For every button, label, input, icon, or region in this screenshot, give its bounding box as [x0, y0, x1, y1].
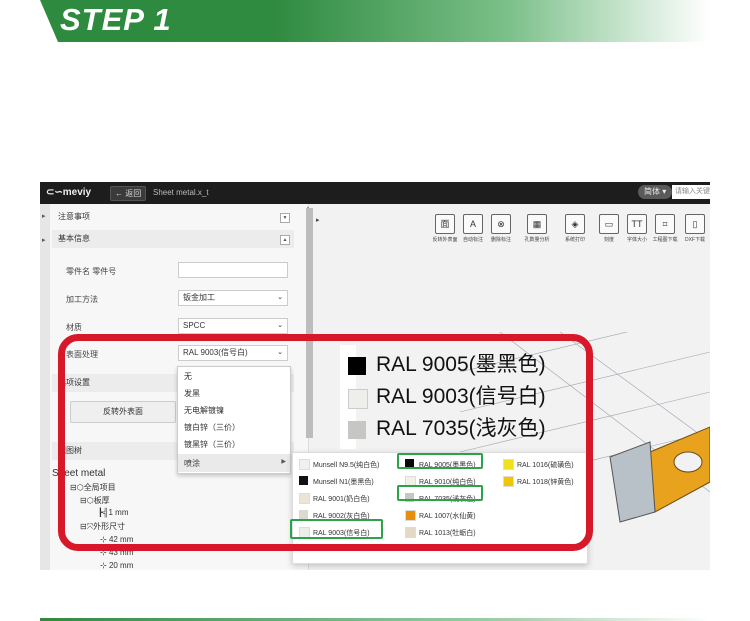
- language-select[interactable]: 简体 ▾: [638, 185, 673, 199]
- top-bar: ⊂∽meviy ← 返回 Sheet metal.x_t 简体 ▾ 请输入关键: [40, 182, 710, 204]
- back-button[interactable]: ← 返回: [110, 186, 147, 201]
- chevron-down-icon: ⌄: [277, 322, 283, 329]
- legend-label-9003: RAL 9003(信号白): [376, 385, 546, 408]
- material-label: 材质: [66, 323, 82, 332]
- tool-clear[interactable]: ⊗ 删除标注: [488, 214, 514, 243]
- tool-label: 自动标注: [462, 237, 483, 243]
- notes-title: 注意事项: [58, 212, 90, 221]
- basic-section-header[interactable]: 基本信息 ▲: [52, 230, 294, 248]
- side-rail: ▸ ▸: [40, 204, 50, 570]
- logo-mark-icon: ⊂∽: [46, 187, 63, 198]
- chevron-down-icon[interactable]: ▼: [280, 213, 290, 223]
- tool-label: 工程图下载: [652, 237, 678, 243]
- tool-hole[interactable]: ▦ 孔数量分析: [524, 214, 550, 243]
- tool-label: 刻度: [603, 237, 614, 243]
- process-label: 加工方法: [66, 295, 98, 304]
- part-face-grey: [609, 441, 656, 523]
- process-select[interactable]: 钣金加工 ⌄: [178, 290, 288, 306]
- tool-sheet[interactable]: ▭ 刻度: [596, 214, 622, 243]
- part-name-input[interactable]: [178, 262, 288, 278]
- axis-z-icon: ⊹: [100, 561, 107, 570]
- tree-dim-z[interactable]: ⊹ 20 mm: [100, 561, 133, 570]
- collapse-arrow-icon-2[interactable]: ▸: [42, 236, 46, 244]
- material-select[interactable]: SPCC ⌄: [178, 318, 288, 334]
- banner-corner: [40, 0, 58, 42]
- basic-title: 基本信息: [58, 234, 90, 243]
- meviy-logo: ⊂∽meviy: [46, 187, 91, 198]
- tool-drawing[interactable]: ⌗ 工程图下载: [652, 214, 678, 243]
- dxf-icon: ▯: [685, 214, 705, 234]
- legend-label-7035: RAL 7035(浅灰色): [376, 417, 546, 440]
- chevron-up-icon[interactable]: ▲: [280, 235, 290, 245]
- hole-icon: ▦: [527, 214, 547, 234]
- face-icon: 面: [435, 214, 455, 234]
- tool-stamp[interactable]: ◈ 系统打印: [562, 214, 588, 243]
- tool-label: 孔数量分析: [524, 237, 550, 243]
- clear-icon: ⊗: [491, 214, 511, 234]
- language-label: 简体: [644, 187, 660, 196]
- sheet-icon: ▭: [599, 214, 619, 234]
- part-name-label: 零件名 零件号: [66, 267, 117, 276]
- chevron-down-icon: ▾: [662, 187, 667, 196]
- notes-section-header[interactable]: 注意事项 ▼: [52, 208, 294, 226]
- legend-label-9005: RAL 9005(墨黑色): [376, 353, 546, 376]
- stamp-icon: ◈: [565, 214, 585, 234]
- search-input[interactable]: 请输入关键: [672, 185, 710, 199]
- drawing-icon: ⌗: [655, 214, 675, 234]
- chevron-down-icon: ⌄: [277, 294, 283, 301]
- tool-dxf[interactable]: ▯ DXF下载: [682, 214, 708, 243]
- logo-text: meviy: [62, 187, 92, 198]
- tool-label: 系统打印: [564, 237, 585, 243]
- tool-text[interactable]: TT 字体大小: [624, 214, 650, 243]
- tree-dim-z-label: 20 mm: [108, 561, 134, 570]
- collapse-arrow-icon[interactable]: ▸: [42, 212, 46, 220]
- tool-label: 反转外表面: [432, 237, 458, 243]
- legend-chip-9003: [348, 389, 368, 409]
- tool-face[interactable]: 面反转外表面: [432, 214, 458, 243]
- text-icon: TT: [627, 214, 647, 234]
- material-value: SPCC: [183, 321, 206, 330]
- tool-label: 删除标注: [490, 237, 511, 243]
- legend-chip-9005: [348, 357, 366, 375]
- tool-dimension[interactable]: A 自动标注: [460, 214, 486, 243]
- step-title: STEP 1: [60, 2, 172, 37]
- back-label: 返回: [125, 189, 142, 198]
- tool-label: DXF下载: [684, 237, 705, 243]
- part-hole: [673, 451, 703, 473]
- expand-panel-icon[interactable]: ▸: [316, 216, 320, 224]
- dimension-icon: A: [463, 214, 483, 234]
- color-legend: RAL 9005(墨黑色) RAL 9003(信号白) RAL 7035(浅灰色…: [340, 345, 546, 449]
- arrow-left-icon: ←: [115, 189, 123, 198]
- tool-label: 字体大小: [626, 237, 647, 243]
- legend-chip-7035: [348, 421, 366, 439]
- file-name: Sheet metal.x_t: [153, 188, 209, 197]
- process-value: 钣金加工: [183, 293, 215, 302]
